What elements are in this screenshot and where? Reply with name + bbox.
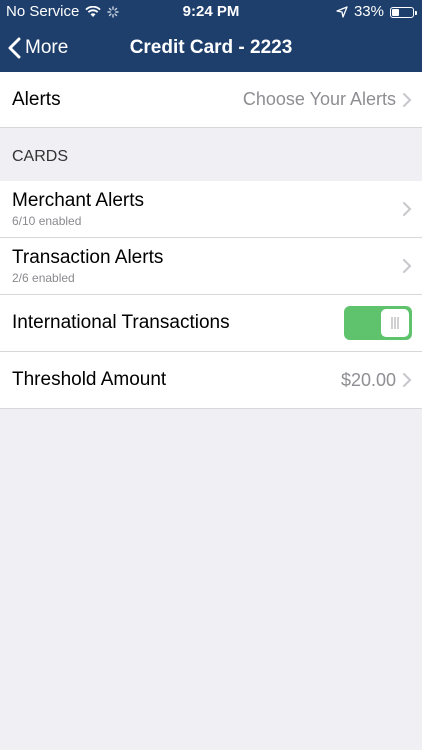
merchant-alerts-right bbox=[402, 181, 412, 237]
alerts-section: Alerts Choose Your Alerts bbox=[0, 72, 422, 128]
threshold-amount-row[interactable]: Threshold Amount $20.00 bbox=[0, 352, 422, 409]
transaction-alerts-sub: 2/6 enabled bbox=[12, 271, 75, 285]
threshold-amount-label: Threshold Amount bbox=[12, 369, 167, 390]
international-transactions-right bbox=[344, 295, 412, 351]
international-transactions-toggle[interactable] bbox=[344, 306, 412, 340]
back-label: More bbox=[25, 37, 69, 58]
alerts-right: Choose Your Alerts bbox=[243, 72, 412, 127]
merchant-alerts-label: Merchant Alerts bbox=[12, 190, 144, 211]
alerts-row[interactable]: Alerts Choose Your Alerts bbox=[0, 72, 422, 128]
threshold-amount-value: $20.00 bbox=[340, 369, 396, 390]
status-bar: No Service 9:24 PM 33% bbox=[0, 0, 422, 24]
chevron-right-icon bbox=[403, 259, 412, 273]
location-arrow-icon bbox=[336, 6, 348, 18]
status-right: 33% bbox=[336, 0, 417, 24]
threshold-amount-right: $20.00 bbox=[341, 352, 412, 408]
chevron-right-icon bbox=[403, 373, 412, 387]
back-button[interactable]: More bbox=[8, 24, 68, 72]
transaction-alerts-right bbox=[402, 238, 412, 294]
cards-section: Merchant Alerts 6/10 enabled Transaction… bbox=[0, 181, 422, 409]
cards-section-header: CARDS bbox=[12, 148, 69, 165]
alerts-label: Alerts bbox=[12, 88, 61, 110]
nav-bar: Credit Card - 2223 More bbox=[0, 24, 422, 72]
chevron-left-icon bbox=[8, 37, 21, 59]
grip-lines-icon bbox=[391, 317, 399, 329]
top-bar: No Service 9:24 PM 33% Credit Card - 222… bbox=[0, 0, 422, 72]
international-transactions-label: International Transactions bbox=[12, 312, 230, 333]
toggle-knob bbox=[381, 309, 409, 337]
merchant-alerts-row[interactable]: Merchant Alerts 6/10 enabled bbox=[0, 181, 422, 238]
transaction-alerts-row[interactable]: Transaction Alerts 2/6 enabled bbox=[0, 238, 422, 295]
merchant-alerts-sub: 6/10 enabled bbox=[12, 214, 82, 228]
transaction-alerts-text: Transaction Alerts 2/6 enabled bbox=[12, 247, 163, 285]
battery-icon bbox=[390, 6, 417, 18]
alerts-value: Choose Your Alerts bbox=[242, 89, 396, 109]
battery-percent: 33% bbox=[353, 3, 384, 20]
chevron-right-icon bbox=[403, 92, 412, 107]
chevron-right-icon bbox=[403, 202, 412, 216]
international-transactions-row: International Transactions bbox=[0, 295, 422, 352]
merchant-alerts-text: Merchant Alerts 6/10 enabled bbox=[12, 190, 144, 228]
transaction-alerts-label: Transaction Alerts bbox=[12, 247, 164, 268]
